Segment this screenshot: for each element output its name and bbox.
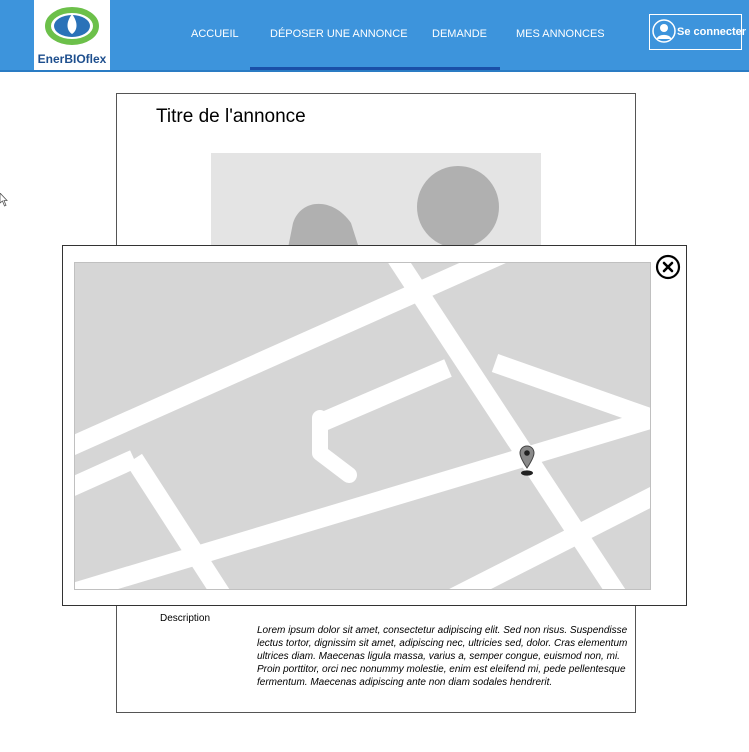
nav-mes-annonces[interactable]: MES ANNONCES	[516, 28, 605, 40]
listing-title: Titre de l'annonce	[156, 106, 306, 127]
login-label: Se connecter	[677, 26, 747, 38]
nav-demande[interactable]: DEMANDE	[432, 28, 487, 40]
navbar: EnerBIOflex ACCUEIL DÉPOSER UNE ANNONCE …	[0, 0, 749, 72]
map-modal	[62, 245, 687, 606]
active-nav-indicator	[250, 67, 500, 70]
map-pin-icon[interactable]	[518, 444, 536, 476]
logo[interactable]: EnerBIOflex	[34, 0, 110, 70]
mouse-cursor-icon	[0, 193, 8, 207]
close-button[interactable]	[655, 254, 681, 280]
map-roads	[75, 263, 650, 589]
description-text: Lorem ipsum dolor sit amet, consectetur …	[257, 625, 628, 688]
description-label: Description	[160, 613, 211, 624]
logo-text: EnerBIOflex	[37, 52, 107, 66]
close-circle-icon	[655, 254, 681, 280]
map-view[interactable]	[74, 262, 651, 590]
user-icon	[652, 19, 676, 43]
login-button[interactable]: Se connecter	[649, 14, 746, 50]
leaf-drop-icon	[45, 7, 99, 45]
nav-deposer-annonce[interactable]: DÉPOSER UNE ANNONCE	[270, 28, 408, 40]
nav-accueil[interactable]: ACCUEIL	[191, 28, 239, 40]
